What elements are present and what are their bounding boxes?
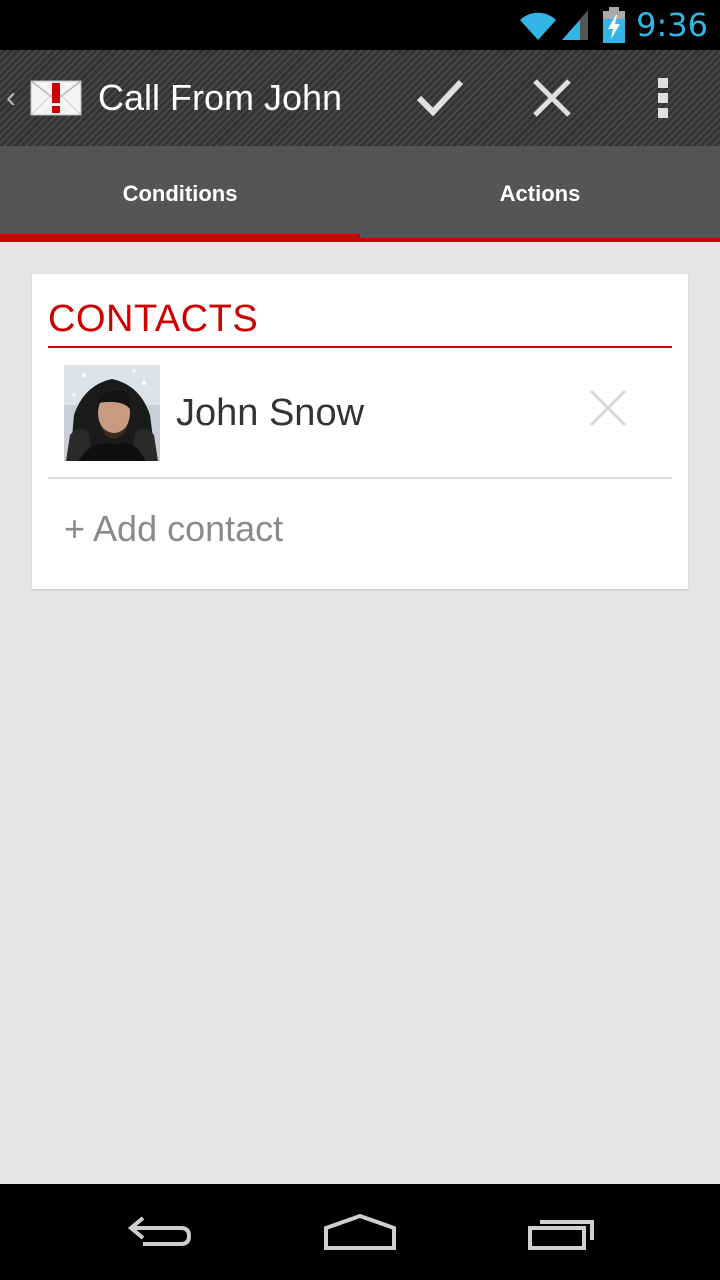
- avatar: [64, 365, 160, 461]
- recents-icon: [528, 1220, 594, 1250]
- navigation-bar: [0, 1184, 720, 1280]
- nav-back-button[interactable]: [100, 1184, 220, 1280]
- contact-row[interactable]: John Snow: [48, 348, 672, 478]
- up-chevron-icon[interactable]: ‹: [6, 80, 16, 116]
- discard-button[interactable]: [504, 50, 600, 146]
- contacts-header: CONTACTS: [48, 298, 259, 340]
- nav-recents-button[interactable]: [502, 1184, 622, 1280]
- back-icon: [127, 1216, 192, 1246]
- action-bar: ‹ Call From John: [0, 50, 720, 146]
- envelope-alert-icon[interactable]: [30, 80, 82, 116]
- check-icon: [416, 79, 464, 117]
- wifi-icon: [520, 12, 557, 41]
- overflow-menu-button[interactable]: [615, 50, 711, 146]
- confirm-button[interactable]: [392, 50, 488, 146]
- close-icon: [533, 79, 571, 117]
- status-icons: 9:36: [518, 0, 708, 50]
- close-icon: [589, 389, 627, 427]
- contacts-card: CONTACTS John Snow + Add contact: [32, 274, 688, 589]
- overflow-menu-icon: [658, 78, 668, 118]
- battery-charging-icon: [603, 7, 626, 43]
- tab-actions[interactable]: Actions: [360, 146, 720, 242]
- status-time: 9:36: [636, 6, 708, 44]
- nav-home-button[interactable]: [300, 1184, 420, 1280]
- contact-photo: [64, 365, 160, 461]
- contact-name: John Snow: [176, 392, 365, 434]
- tab-label: Conditions: [122, 181, 238, 206]
- tab-label: Actions: [499, 181, 581, 206]
- signal-icon: [562, 10, 589, 40]
- tab-conditions[interactable]: Conditions: [0, 146, 360, 242]
- add-contact-button[interactable]: + Add contact: [64, 479, 283, 579]
- status-bar: 9:36: [0, 0, 720, 50]
- home-icon: [324, 1213, 396, 1250]
- screen-title: Call From John: [98, 77, 343, 118]
- remove-contact-button[interactable]: [578, 378, 638, 438]
- tab-bar: Conditions Actions: [0, 146, 720, 242]
- tab-underline: [0, 238, 720, 242]
